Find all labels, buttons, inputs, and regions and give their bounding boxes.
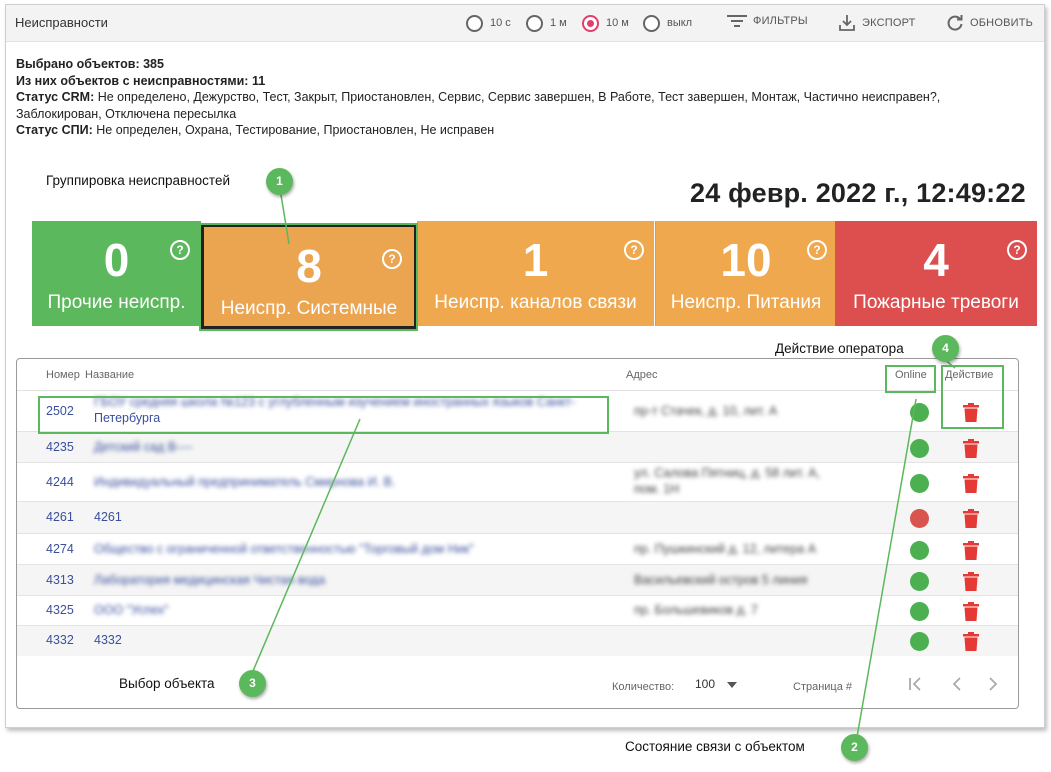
annotation-4-badge: 4 [932,335,959,362]
annotation-frame-online [885,365,936,393]
annotation-1-text: Группировка неисправностей [46,173,231,188]
annotation-frame-object [38,396,609,434]
annotation-3-badge: 3 [239,670,266,697]
annotation-frame-action [941,365,1004,429]
annotation-2-text: Состояние связи с объектом [625,739,805,754]
annotation-frame-tile [199,223,418,331]
annotation-2-badge: 2 [841,734,868,761]
annotation-4-text: Действие оператора [775,341,904,356]
annotation-1-badge: 1 [266,168,293,195]
annotation-3-text: Выбор объекта [119,676,215,691]
